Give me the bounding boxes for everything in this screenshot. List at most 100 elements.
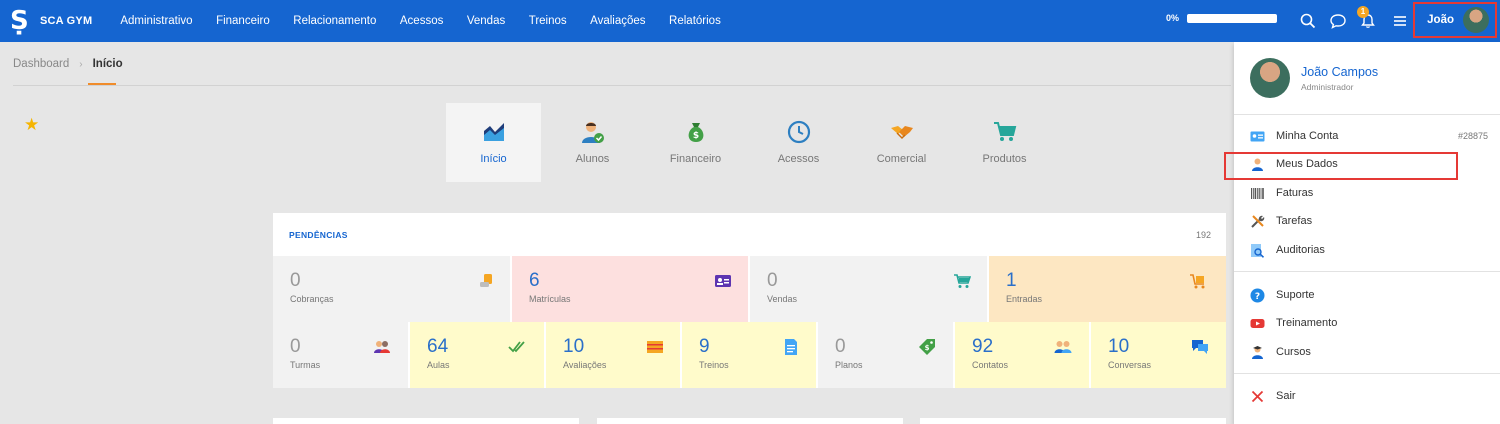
progress-bar — [1187, 13, 1278, 23]
module-label: Alunos — [575, 153, 610, 165]
card-aulas[interactable]: 64 Aulas — [410, 322, 544, 388]
module-tab-produtos[interactable]: Produtos — [953, 103, 1056, 182]
card-planos[interactable]: 0 Planos $ — [818, 322, 953, 388]
card-label: Cobranças — [290, 294, 334, 304]
money-bag-icon: $ — [688, 123, 703, 142]
profile-role: Administrador — [1301, 81, 1354, 92]
module-label: Comercial — [876, 153, 927, 165]
module-tab-inicio[interactable]: Início — [446, 103, 541, 182]
card-label: Contatos — [972, 360, 1009, 370]
menu-item-label: Treinamento — [1276, 317, 1338, 329]
form-icon — [647, 341, 663, 353]
menu-item-cursos[interactable]: Cursos — [1250, 342, 1488, 362]
menu-item-auditorias[interactable]: Auditorias — [1250, 240, 1488, 260]
cart-icon — [993, 122, 1016, 141]
module-tab-acessos[interactable]: Acessos — [747, 103, 850, 182]
chart-area-icon — [483, 123, 504, 141]
menu-item-faturas[interactable]: Faturas — [1250, 183, 1488, 203]
profile-info: João Campos Administrador — [1301, 65, 1378, 92]
module-tab-financeiro[interactable]: $ Financeiro — [644, 103, 747, 182]
module-tab-comercial[interactable]: Comercial — [850, 103, 953, 182]
card-conversas[interactable]: 10 Conversas — [1091, 322, 1226, 388]
favorite-star-icon[interactable]: ★ — [24, 115, 39, 135]
panel-total: 192 — [1195, 229, 1211, 240]
logo-icon: Ṣ — [10, 6, 29, 36]
nav-acessos[interactable]: Acessos — [400, 15, 443, 27]
student-icon — [1252, 345, 1263, 359]
tag-money-icon: $ — [919, 339, 935, 355]
clock-icon — [787, 120, 810, 144]
card-label: Entradas — [1006, 294, 1043, 304]
nav-relatorios[interactable]: Relatórios — [669, 15, 721, 27]
chat-icon[interactable] — [1329, 12, 1347, 30]
card-matriculas[interactable]: 6 Matrículas — [512, 256, 748, 322]
nav-administrativo[interactable]: Administrativo — [120, 15, 192, 27]
breadcrumb-dashboard[interactable]: Dashboard — [13, 58, 69, 70]
tools-icon — [1251, 214, 1265, 228]
card-vendas[interactable]: 0 Vendas — [750, 256, 987, 322]
avatar — [1250, 58, 1290, 98]
video-play-icon — [1250, 318, 1265, 328]
dropdown-divider — [1234, 373, 1500, 374]
breadcrumb-divider — [13, 85, 1231, 86]
menu-item-label: Minha Conta — [1276, 130, 1339, 142]
menu-icon[interactable] — [1391, 12, 1409, 30]
card-label: Conversas — [1108, 360, 1152, 370]
nav-financeiro[interactable]: Financeiro — [216, 15, 270, 27]
menu-item-label: Faturas — [1276, 187, 1314, 199]
pendencias-row-1: 0 Cobranças 6 Matrículas 0 Vendas 1 Entr… — [273, 256, 1226, 322]
coins-icon — [480, 274, 492, 287]
cart-icon — [954, 274, 971, 288]
bottom-card-3 — [920, 418, 1226, 424]
panel-header: PENDÊNCIAS 192 — [273, 213, 1226, 256]
menu-item-tarefas[interactable]: Tarefas — [1250, 211, 1488, 231]
card-label: Treinos — [699, 360, 729, 370]
account-card-icon — [1250, 131, 1265, 141]
profile-name[interactable]: João Campos — [1301, 65, 1378, 79]
main-nav: Administrativo Financeiro Relacionamento… — [120, 15, 744, 27]
audit-search-icon — [1251, 243, 1265, 258]
handshake-icon — [890, 126, 913, 139]
card-treinos[interactable]: 9 Treinos — [682, 322, 816, 388]
dropdown-divider — [1234, 271, 1500, 272]
avatar — [1463, 7, 1489, 33]
dropdown-profile-header: João Campos Administrador — [1250, 58, 1378, 98]
user-dropdown-menu: João Campos Administrador Minha Conta #2… — [1234, 42, 1500, 424]
pendencias-row-2: 0 Turmas 64 Aulas 10 Avaliações 9 Treino… — [273, 322, 1226, 388]
search-icon[interactable] — [1299, 12, 1317, 30]
nav-treinos[interactable]: Treinos — [529, 15, 567, 27]
id-card-icon — [715, 275, 731, 287]
nav-relacionamento[interactable]: Relacionamento — [293, 15, 376, 27]
card-avaliacoes[interactable]: 10 Avaliações — [546, 322, 680, 388]
svg-text:?: ? — [1255, 292, 1260, 302]
card-turmas[interactable]: 0 Turmas — [273, 322, 408, 388]
card-contatos[interactable]: 92 Contatos — [955, 322, 1089, 388]
card-label: Matrículas — [529, 294, 571, 304]
user-menu-toggle[interactable]: João — [1413, 2, 1497, 38]
menu-item-treinamento[interactable]: Treinamento — [1250, 313, 1488, 333]
setup-progress: 0% — [1166, 13, 1278, 23]
module-label: Acessos — [777, 153, 820, 165]
module-tabs: Início Alunos $ Financeiro Acessos Comer… — [446, 103, 1056, 182]
user-short-name: João — [1427, 14, 1454, 26]
menu-item-sair[interactable]: Sair — [1250, 386, 1488, 406]
card-cobrancas[interactable]: 0 Cobranças — [273, 256, 510, 322]
menu-item-minha-conta[interactable]: Minha Conta #28875 — [1250, 126, 1488, 146]
app-name: SCA GYM — [40, 15, 93, 27]
module-label: Produtos — [982, 153, 1027, 165]
help-icon: ? — [1250, 288, 1265, 302]
menu-item-suporte[interactable]: ? Suporte — [1250, 285, 1488, 305]
highlight-box — [1224, 152, 1458, 180]
group-icon — [374, 341, 390, 353]
svg-text:$: $ — [692, 131, 698, 141]
card-label: Planos — [835, 360, 863, 370]
breadcrumb-separator: › — [79, 58, 83, 70]
app-logo[interactable]: Ṣ SCA GYM — [10, 8, 92, 34]
module-tab-alunos[interactable]: Alunos — [541, 103, 644, 182]
card-entradas[interactable]: 1 Entradas — [989, 256, 1226, 322]
bottom-card-1 — [273, 418, 579, 424]
close-icon — [1251, 390, 1264, 402]
nav-avaliacoes[interactable]: Avaliações — [590, 15, 645, 27]
dropdown-divider — [1234, 114, 1500, 115]
nav-vendas[interactable]: Vendas — [467, 15, 505, 27]
